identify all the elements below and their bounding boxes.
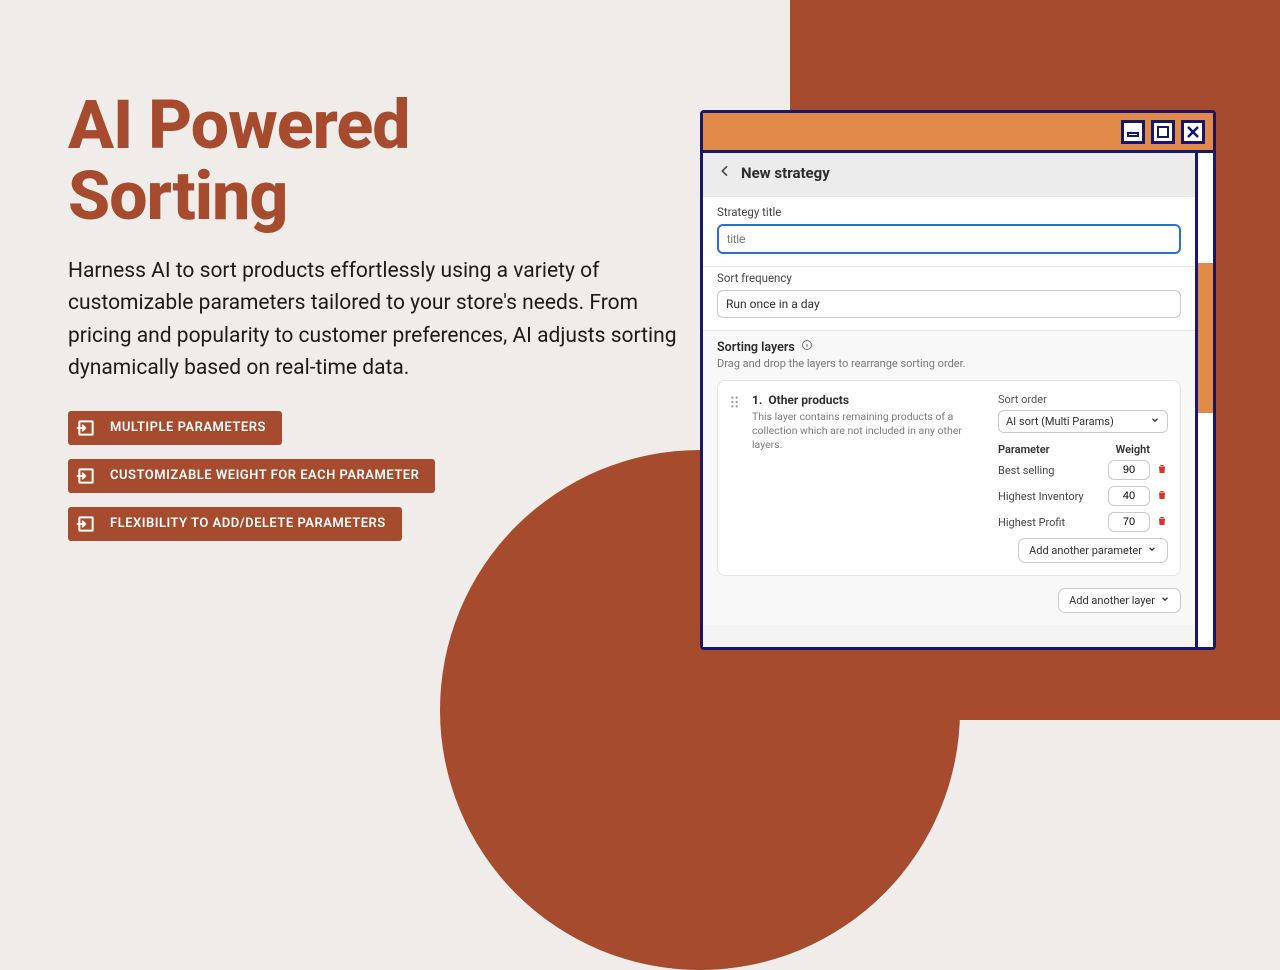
back-arrow-icon[interactable] bbox=[717, 163, 733, 182]
feature-pill-label: FLEXIBILITY TO ADD/DELETE PARAMETERS bbox=[110, 516, 386, 531]
param-row: Highest Profit bbox=[998, 512, 1168, 532]
close-button[interactable] bbox=[1181, 120, 1205, 144]
sort-order-select[interactable]: AI sort (Multi Params) bbox=[998, 410, 1168, 433]
scrollbar[interactable] bbox=[1195, 153, 1213, 647]
enter-icon bbox=[76, 418, 96, 438]
page-title: New strategy bbox=[741, 164, 830, 182]
enter-icon bbox=[76, 514, 96, 534]
strategy-title-input[interactable] bbox=[717, 224, 1181, 254]
trash-icon[interactable] bbox=[1156, 463, 1168, 478]
layer-settings: Sort order AI sort (Multi Params) Parame… bbox=[998, 393, 1168, 563]
param-name: Highest Inventory bbox=[998, 490, 1102, 503]
add-layer-label: Add another layer bbox=[1069, 594, 1155, 607]
feature-pill: FLEXIBILITY TO ADD/DELETE PARAMETERS bbox=[68, 507, 402, 541]
chevron-down-icon bbox=[1160, 594, 1170, 607]
scrollbar-thumb[interactable] bbox=[1198, 263, 1213, 413]
sorting-layers-label: Sorting layers bbox=[717, 340, 795, 355]
trash-icon[interactable] bbox=[1156, 489, 1168, 504]
feature-pill-label: MULTIPLE PARAMETERS bbox=[110, 420, 266, 435]
layer-title: 1. Other products bbox=[752, 393, 986, 407]
feature-pill-label: CUSTOMIZABLE WEIGHT FOR EACH PARAMETER bbox=[110, 468, 419, 483]
param-row: Highest Inventory bbox=[998, 486, 1168, 506]
window-titlebar bbox=[703, 113, 1213, 153]
param-name: Best selling bbox=[998, 464, 1102, 477]
weight-input[interactable] bbox=[1108, 486, 1150, 506]
hero-title: AI Powered Sorting bbox=[68, 90, 683, 233]
param-row: Best selling bbox=[998, 460, 1168, 480]
sort-frequency-label: Sort frequency bbox=[717, 271, 1181, 285]
sort-frequency-select[interactable]: Run once in a day bbox=[717, 290, 1181, 318]
col-parameter: Parameter bbox=[998, 443, 1050, 456]
layer-name: Other products bbox=[768, 393, 849, 407]
layer-info: 1. Other products This layer contains re… bbox=[752, 393, 986, 563]
sort-order-value: AI sort (Multi Params) bbox=[1006, 415, 1114, 428]
strategy-title-section: Strategy title bbox=[703, 196, 1195, 266]
weight-input[interactable] bbox=[1108, 460, 1150, 480]
sort-frequency-section: Sort frequency Run once in a day bbox=[703, 266, 1195, 330]
page-header: New strategy bbox=[703, 153, 1195, 196]
drag-handle-icon[interactable] bbox=[730, 393, 740, 563]
info-icon[interactable] bbox=[801, 339, 813, 355]
enter-icon bbox=[76, 466, 96, 486]
param-weight-header: Parameter Weight bbox=[998, 443, 1168, 456]
layer-card: 1. Other products This layer contains re… bbox=[717, 380, 1181, 576]
scrollbar-track[interactable] bbox=[1198, 153, 1213, 647]
window-body: New strategy Strategy title Sort frequen… bbox=[703, 153, 1213, 647]
col-weight: Weight bbox=[1116, 443, 1150, 456]
sorting-layers-help: Drag and drop the layers to rearrange so… bbox=[717, 357, 1181, 370]
maximize-button[interactable] bbox=[1151, 120, 1175, 144]
layer-description: This layer contains remaining products o… bbox=[752, 410, 986, 453]
add-layer-button[interactable]: Add another layer bbox=[1058, 588, 1181, 613]
hero-title-line1: AI Powered bbox=[68, 85, 409, 165]
add-parameter-label: Add another parameter bbox=[1029, 544, 1142, 557]
feature-pill: MULTIPLE PARAMETERS bbox=[68, 411, 282, 445]
chevron-down-icon bbox=[1150, 415, 1160, 428]
feature-pill-list: MULTIPLE PARAMETERS CUSTOMIZABLE WEIGHT … bbox=[68, 411, 683, 541]
sorting-layers-heading: Sorting layers bbox=[717, 339, 1181, 355]
app-window: New strategy Strategy title Sort frequen… bbox=[700, 110, 1216, 650]
layer-index: 1. bbox=[752, 393, 762, 407]
hero-description: Harness AI to sort products effortlessly… bbox=[68, 255, 683, 385]
weight-input[interactable] bbox=[1108, 512, 1150, 532]
sorting-layers-section: Sorting layers Drag and drop the layers … bbox=[703, 330, 1195, 625]
hero-title-line2: Sorting bbox=[68, 156, 287, 236]
add-parameter-button[interactable]: Add another parameter bbox=[1018, 538, 1168, 563]
chevron-down-icon bbox=[1147, 544, 1157, 557]
strategy-title-label: Strategy title bbox=[717, 205, 1181, 219]
minimize-button[interactable] bbox=[1121, 120, 1145, 144]
trash-icon[interactable] bbox=[1156, 515, 1168, 530]
param-name: Highest Profit bbox=[998, 516, 1102, 529]
sort-order-label: Sort order bbox=[998, 393, 1168, 406]
app-content: New strategy Strategy title Sort frequen… bbox=[703, 153, 1195, 647]
feature-pill: CUSTOMIZABLE WEIGHT FOR EACH PARAMETER bbox=[68, 459, 435, 493]
hero-section: AI Powered Sorting Harness AI to sort pr… bbox=[68, 90, 683, 541]
layers-footer: Add another layer bbox=[717, 588, 1181, 613]
